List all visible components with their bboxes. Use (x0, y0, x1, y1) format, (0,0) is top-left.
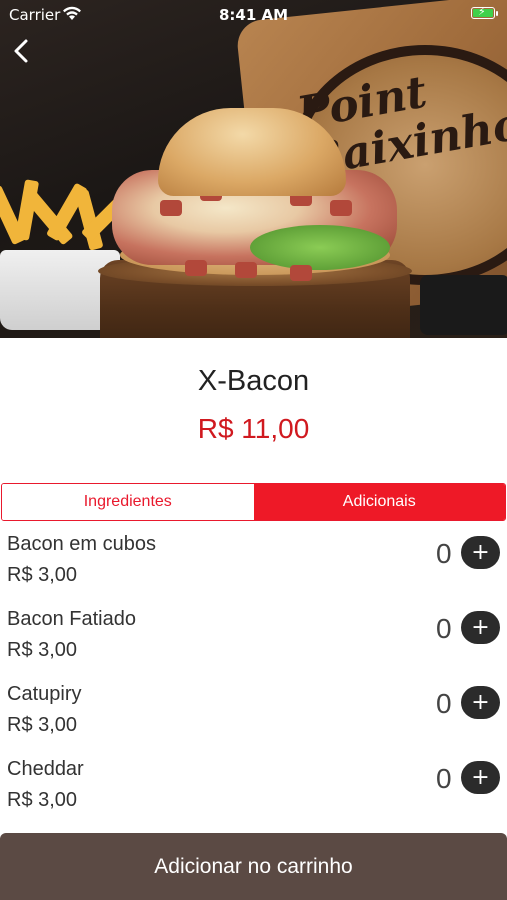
list-item: Catupiry R$ 3,00 0 + (0, 680, 507, 755)
add-extra-button[interactable]: + (461, 611, 500, 644)
add-to-cart-button[interactable]: Adicionar no carrinho (0, 833, 507, 900)
extra-name: Cheddar (7, 758, 84, 780)
add-extra-button[interactable]: + (461, 761, 500, 794)
extra-name: Bacon Fatiado (7, 608, 136, 630)
extra-name: Catupiry (7, 683, 82, 705)
lettuce (250, 225, 390, 270)
list-item: Bacon Fatiado R$ 3,00 0 + (0, 605, 507, 680)
tab-adicionais[interactable]: Adicionais (253, 484, 505, 520)
segmented-tabs: Ingredientes Adicionais (1, 483, 506, 521)
plus-icon: + (471, 614, 490, 640)
add-extra-button[interactable]: + (461, 536, 500, 569)
product-title: X-Bacon (197, 365, 310, 397)
battery-icon: ⚡ (471, 5, 495, 19)
tab-ingredientes[interactable]: Ingredientes (2, 484, 254, 520)
extra-price: R$ 3,00 (7, 564, 78, 586)
plus-icon: + (471, 764, 490, 790)
plus-icon: + (471, 539, 490, 565)
product-price: R$ 11,00 (197, 413, 310, 444)
extra-quantity: 0 (436, 763, 452, 794)
extras-list: Bacon em cubos R$ 3,00 0 + Bacon Fatiado… (0, 530, 507, 830)
product-image: Point Baixinho (0, 0, 507, 338)
extra-quantity: 0 (436, 688, 452, 719)
extra-quantity: 0 (436, 613, 452, 644)
back-button[interactable] (8, 36, 34, 66)
extra-quantity: 0 (436, 538, 452, 569)
extra-name: Bacon em cubos (7, 533, 156, 555)
battery-tip (496, 11, 498, 16)
fries (0, 179, 134, 260)
sauce-bowl (420, 275, 507, 335)
list-item: Bacon em cubos R$ 3,00 0 + (0, 530, 507, 605)
plus-icon: + (471, 689, 490, 715)
list-item: Cheddar R$ 3,00 0 + (0, 755, 507, 830)
chevron-left-icon (14, 39, 28, 63)
extra-price: R$ 3,00 (7, 714, 78, 736)
status-time: 8:41 AM (218, 6, 289, 24)
status-bar: Carrier 8:41 AM ⚡ (0, 0, 507, 28)
extra-price: R$ 3,00 (7, 789, 78, 811)
extra-price: R$ 3,00 (7, 639, 78, 661)
add-extra-button[interactable]: + (461, 686, 500, 719)
